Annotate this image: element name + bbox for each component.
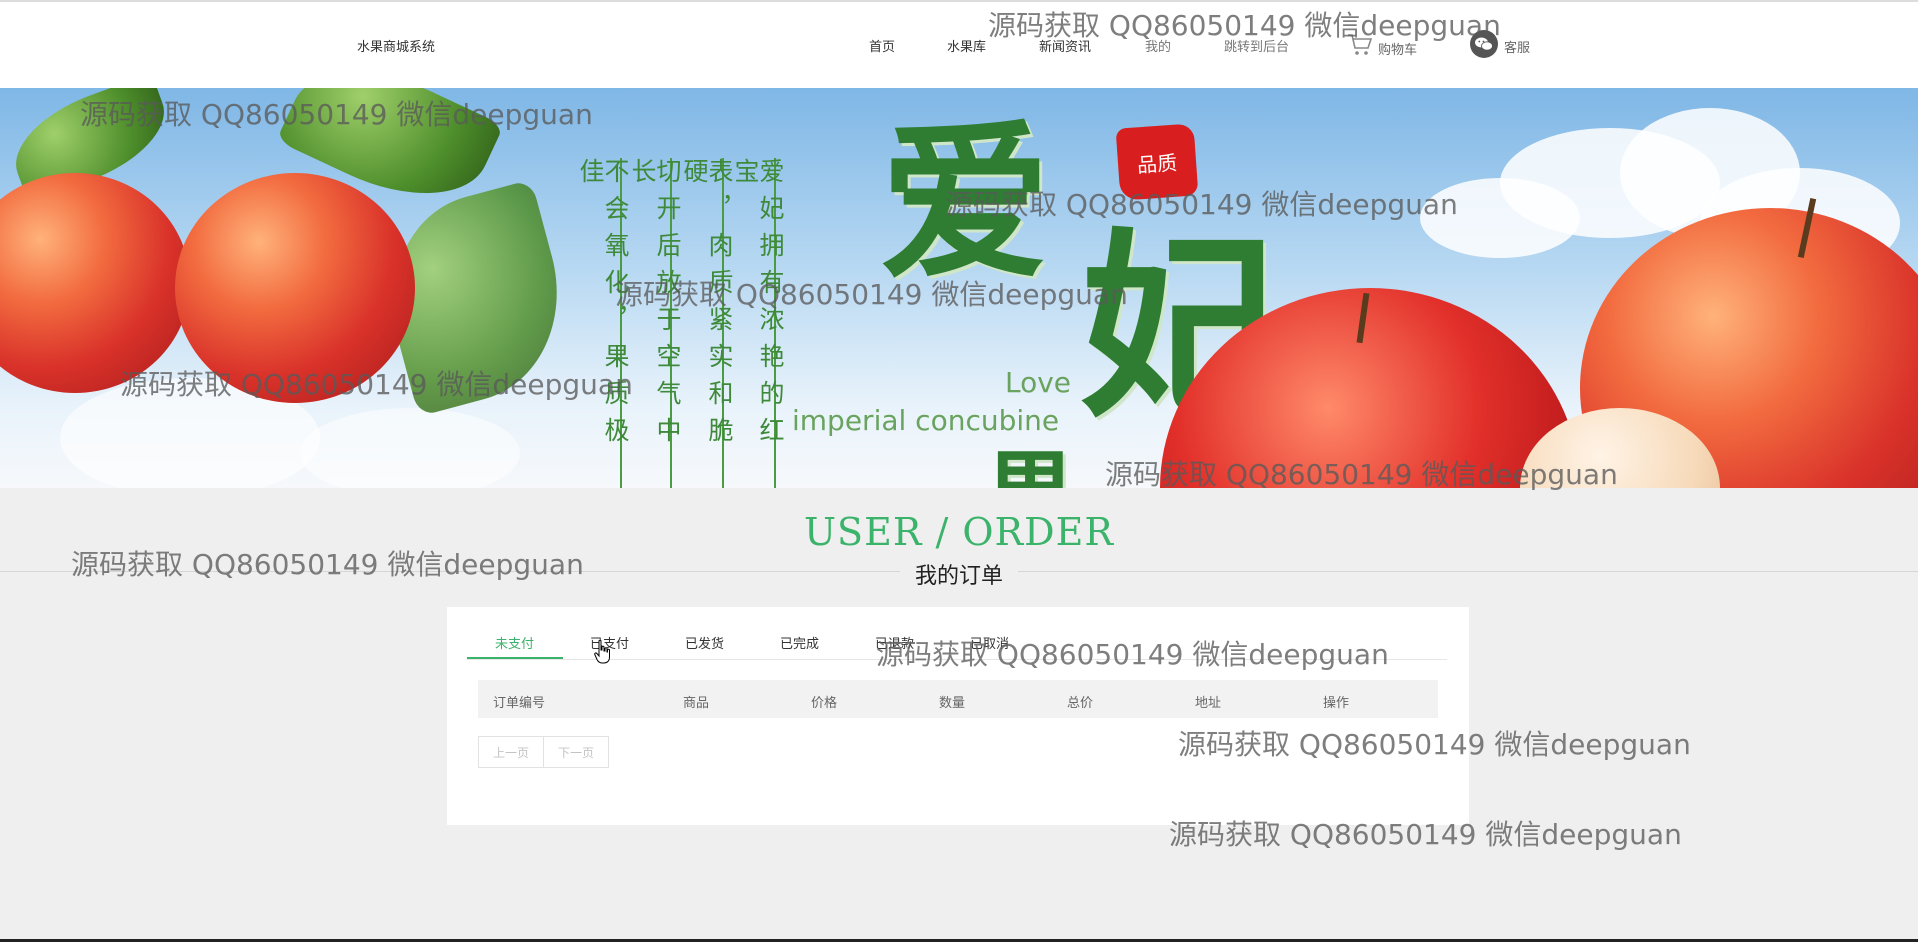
hero-banner: 爱妃拥有浓艳的红宝 表，肉质紧实和脆硬 切开后放于空气中长 不会氧化，果质极佳 … <box>0 88 1918 488</box>
site-brand[interactable]: 水果商城系统 <box>357 36 435 55</box>
poem-column: 切开后放于空气中长 <box>628 158 682 454</box>
banner-love-text: Love <box>1005 366 1072 399</box>
customer-service-link[interactable]: 客服 <box>1470 30 1530 58</box>
order-tabs: 未支付 已支付 已发货 已完成 已退款 已取消 <box>467 627 1447 660</box>
section-subtitle: 我的订单 <box>904 564 1013 589</box>
banner-imperial-text: imperial concubine <box>792 404 1060 437</box>
site-header: 水果商城系统 首页 水果库 新闻资讯 我的 跳转到后台 购物车 客服 <box>0 2 1918 88</box>
column-header: 订单编号 <box>493 696 546 711</box>
tab-shipped[interactable]: 已发货 <box>685 633 724 652</box>
nav-mine[interactable]: 我的 <box>1145 36 1171 55</box>
next-page-button[interactable]: 下一页 <box>544 736 610 768</box>
tab-cancelled[interactable]: 已取消 <box>970 633 1009 652</box>
apple-image <box>0 173 190 393</box>
column-header: 地址 <box>1195 696 1222 711</box>
quality-stamp: 品质 <box>1115 123 1199 201</box>
pagination: 上一页 下一页 <box>478 736 610 768</box>
hand-cursor-icon <box>594 640 610 664</box>
tab-unpaid[interactable]: 未支付 <box>495 633 534 652</box>
orders-table-header: 订单编号 商品 价格 数量 总价 地址 操作 <box>478 680 1438 718</box>
poem-column: 表，肉质紧实和脆硬 <box>680 158 734 454</box>
tab-completed[interactable]: 已完成 <box>780 633 819 652</box>
cart-label: 购物车 <box>1378 42 1418 58</box>
nav-admin[interactable]: 跳转到后台 <box>1224 36 1289 55</box>
section-subtitle-wrap: 我的订单 <box>0 558 1918 590</box>
cart-link[interactable]: 购物车 <box>1346 30 1417 58</box>
poem-column: 不会氧化，果质极佳 <box>576 158 630 454</box>
section-title: USER / ORDER <box>804 510 1114 554</box>
poem-column: 爱妃拥有浓艳的红宝 <box>731 158 785 454</box>
column-header: 价格 <box>811 696 838 711</box>
apple-image <box>175 173 415 403</box>
nav-fruit-library[interactable]: 水果库 <box>947 36 986 55</box>
active-tab-indicator <box>467 657 563 659</box>
nav-home[interactable]: 首页 <box>869 36 895 55</box>
nav-news[interactable]: 新闻资讯 <box>1039 36 1091 55</box>
wechat-icon <box>1470 30 1498 58</box>
column-header: 数量 <box>939 696 966 711</box>
banner-char: 爱 <box>880 103 1051 303</box>
banner-char: 果 <box>985 448 1075 488</box>
prev-page-button[interactable]: 上一页 <box>478 736 545 768</box>
tab-refunded[interactable]: 已退款 <box>875 633 914 652</box>
customer-service-label: 客服 <box>1504 40 1531 56</box>
column-header: 总价 <box>1067 696 1094 711</box>
column-header: 操作 <box>1323 696 1350 711</box>
cart-icon <box>1348 34 1373 55</box>
column-header: 商品 <box>683 696 710 711</box>
